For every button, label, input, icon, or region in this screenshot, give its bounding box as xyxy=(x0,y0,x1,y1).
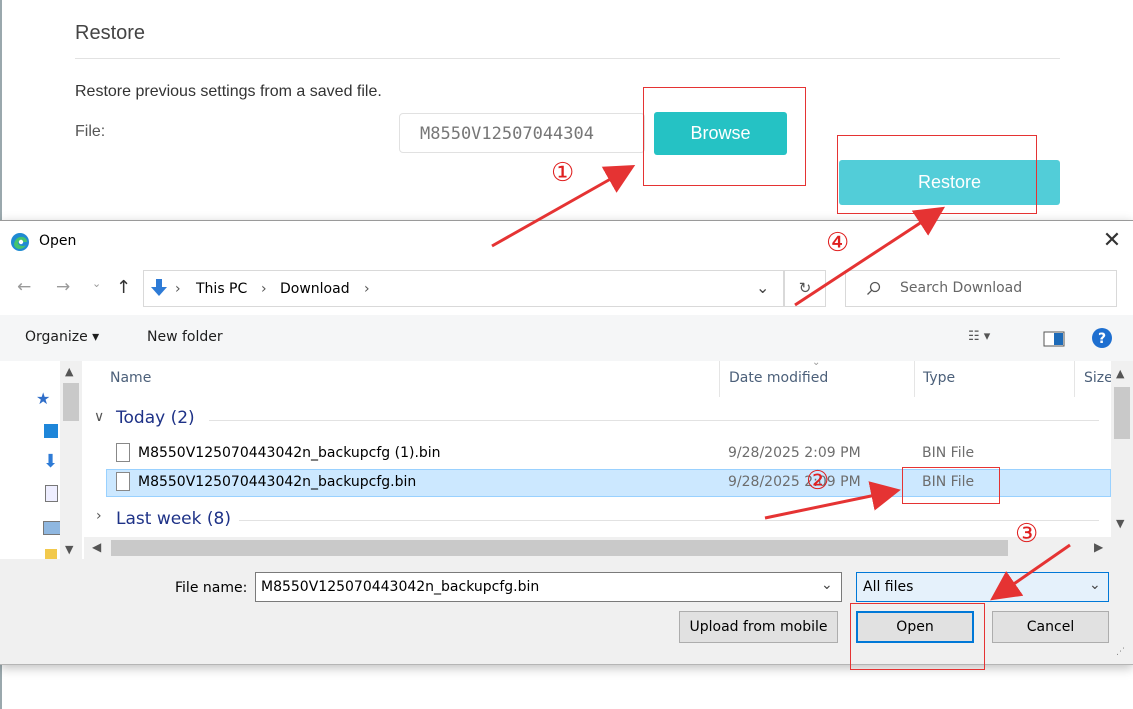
step-2-label: ② xyxy=(806,466,830,496)
arrow-to-open xyxy=(990,543,1071,601)
arrow-to-restore xyxy=(794,206,946,307)
step-4-label: ④ xyxy=(826,228,850,258)
step-3-label: ③ xyxy=(1015,519,1039,549)
annotation-arrows xyxy=(491,165,1071,601)
arrow-to-bin-file xyxy=(764,481,901,520)
step-1-label: ① xyxy=(551,158,575,188)
